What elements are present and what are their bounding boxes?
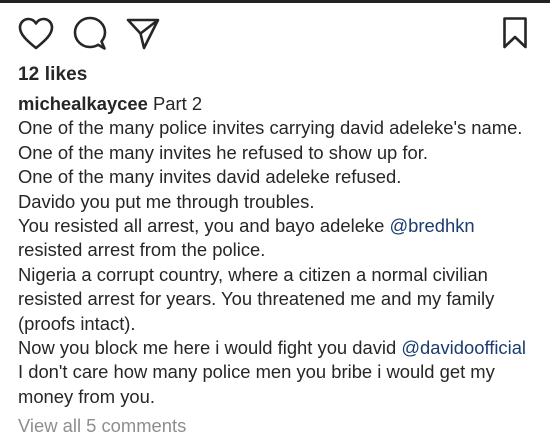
bookmark-icon[interactable] bbox=[502, 16, 528, 50]
caption-line: You resisted all arrest, you and bayo ad… bbox=[18, 214, 546, 238]
caption-line: resisted arrest from the police. bbox=[18, 239, 266, 261]
comment-bubble-icon[interactable] bbox=[73, 16, 107, 52]
caption-line: I don't care how many police men you bri… bbox=[18, 361, 495, 383]
caption-text: You resisted all arrest, you and bayo ad… bbox=[18, 215, 385, 237]
caption-line: resisted arrest for years. You threatene… bbox=[18, 288, 495, 310]
paper-plane-icon[interactable] bbox=[126, 17, 160, 51]
view-all-comments-link[interactable]: View all 5 comments bbox=[18, 415, 186, 434]
caption-line: One of the many police invites carrying … bbox=[18, 117, 523, 139]
heart-icon[interactable] bbox=[18, 17, 54, 51]
caption-line: Now you block me here i would fight you … bbox=[18, 336, 546, 360]
caption-line: One of the many invites david adeleke re… bbox=[18, 166, 402, 188]
post-caption: michealkaycee Part 2 One of the many pol… bbox=[18, 92, 546, 409]
caption-line: Nigeria a corrupt country, where a citiz… bbox=[18, 263, 488, 285]
caption-text: Part 2 bbox=[152, 93, 203, 114]
top-divider bbox=[0, 0, 550, 3]
caption-line: michealkaycee Part 2 bbox=[18, 92, 546, 116]
caption-line: (proofs intact). bbox=[18, 312, 136, 334]
mention-link-davidoofficial[interactable]: @davidoofficial bbox=[401, 337, 526, 358]
likes-count[interactable]: 12 likes bbox=[18, 64, 87, 86]
caption-text: Now you block me here i would fight you … bbox=[18, 337, 397, 359]
post-action-bar bbox=[0, 12, 550, 56]
author-username[interactable]: michealkaycee bbox=[18, 93, 148, 114]
caption-line: Davido you put me through troubles. bbox=[18, 190, 315, 212]
caption-line: money from you. bbox=[18, 385, 155, 407]
mention-link-bredhkn[interactable]: @bredhkn bbox=[389, 215, 474, 236]
caption-line: One of the many invites he refused to sh… bbox=[18, 141, 428, 163]
